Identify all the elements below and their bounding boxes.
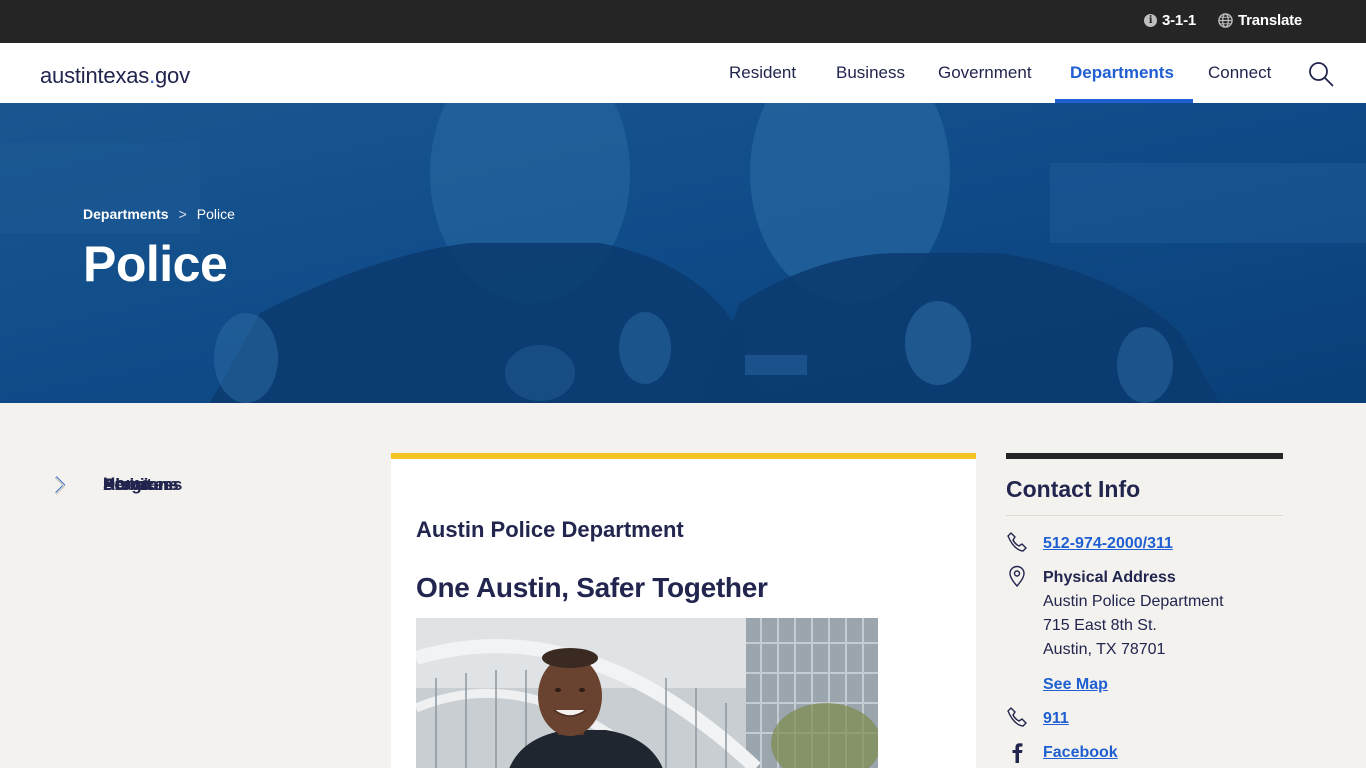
contact-top-bar [1006,453,1283,459]
address-line-2: 715 East 8th St. [1043,617,1157,634]
phone-icon [1007,532,1027,552]
address-line-1: Austin Police Department [1043,593,1224,610]
contact-title: Contact Info [1006,476,1283,516]
see-map-link[interactable]: See Map [1043,676,1108,694]
search-button[interactable] [1308,61,1334,87]
site-logo[interactable]: austintexas.gov [40,63,190,89]
address-line-3: Austin, TX 78701 [1043,641,1166,658]
sidebar-item-label: Divisions [103,475,179,494]
nav-business[interactable]: Business [836,43,905,103]
main-content-card: Austin Police Department One Austin, Saf… [391,453,976,768]
facebook-link[interactable]: Facebook [1043,744,1118,762]
facebook-icon [1012,743,1023,763]
featured-image [416,618,878,768]
emergency-911-link[interactable]: 911 [1043,710,1069,728]
breadcrumb: Departments > Police [83,206,235,222]
breadcrumb-current: Police [196,206,235,222]
translate-button[interactable]: Translate [1218,12,1302,29]
nav-connect[interactable]: Connect [1208,43,1271,103]
utility-bar: i 3-1-1 Translate [0,0,1366,43]
globe-icon [1218,13,1233,28]
nav-government[interactable]: Government [938,43,1032,103]
search-icon [1309,62,1334,87]
phone-icon [1007,707,1027,727]
translate-label: Translate [1238,12,1303,29]
location-pin-icon [1009,565,1025,587]
311-label: 3-1-1 [1162,12,1197,29]
address-label: Physical Address [1043,569,1176,586]
chevron-right-icon [55,477,66,495]
police-chief-photo [416,618,878,768]
info-icon: i [1144,14,1157,27]
nav-departments[interactable]: Departments [1070,43,1174,103]
phone-link[interactable]: 512-974-2000/311 [1043,535,1173,553]
hero-banner: Departments > Police Police [0,103,1366,403]
tagline-heading: One Austin, Safer Together [416,572,768,603]
page-title: Police [83,236,228,292]
nav-resident[interactable]: Resident [729,43,796,103]
311-link[interactable]: i 3-1-1 [1144,12,1196,29]
breadcrumb-separator: > [178,206,187,222]
breadcrumb-departments[interactable]: Departments [83,206,169,222]
department-name: Austin Police Department [416,517,684,542]
site-header: austintexas.gov Resident Business Govern… [0,43,1366,103]
contact-info: Contact Info 512-974-2000/311 Physical A… [1006,453,1283,763]
